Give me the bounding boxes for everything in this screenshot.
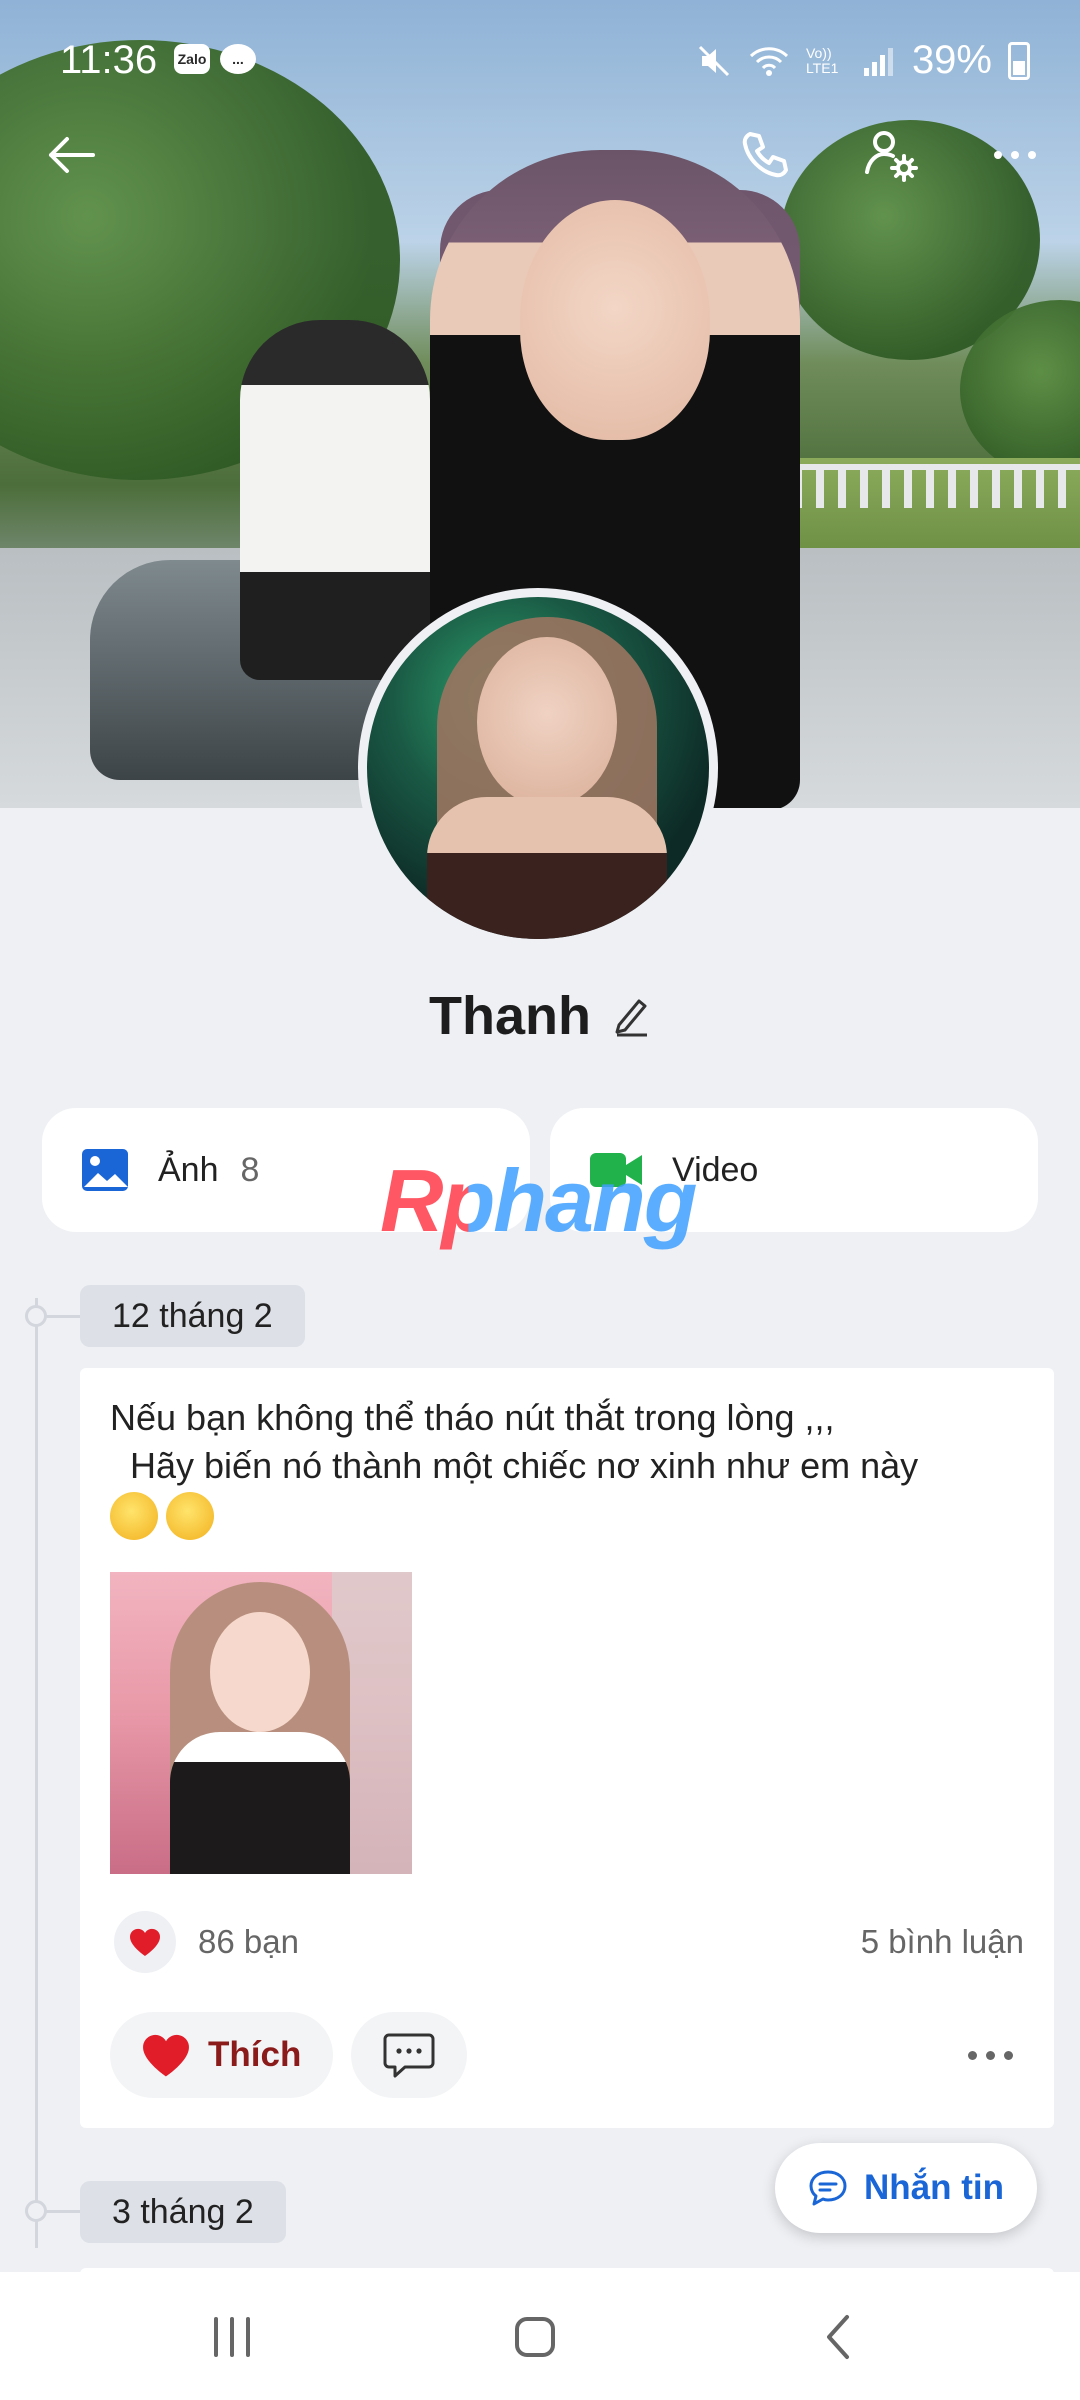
- avatar-face: [477, 637, 617, 807]
- timeline-line: [35, 1298, 38, 2248]
- status-time: 11:36: [60, 38, 158, 82]
- home-icon: [515, 2317, 555, 2357]
- photos-count: 8: [240, 1150, 260, 1189]
- message-notification-icon: ...: [220, 44, 256, 74]
- signal-icon: [863, 47, 893, 76]
- chat-bubble-icon: [809, 2170, 847, 2206]
- timeline-tick: [45, 1315, 80, 1318]
- post-more-button[interactable]: [950, 2025, 1030, 2085]
- photo-dress: [170, 1732, 350, 1874]
- comment-button[interactable]: [351, 2012, 468, 2098]
- top-bar: [0, 110, 1080, 190]
- mute-icon: [698, 45, 729, 76]
- photo-icon: [82, 1149, 128, 1191]
- back-button[interactable]: [36, 120, 106, 190]
- recent-apps-icon: [214, 2317, 250, 2357]
- phone-icon: [742, 132, 788, 178]
- like-label: Thích: [208, 2035, 302, 2074]
- post-card[interactable]: Nếu bạn không thể tháo nút thắt trong lò…: [80, 1368, 1054, 2128]
- profile-name: Thanh: [429, 986, 591, 1046]
- reaction-badge[interactable]: [114, 1911, 176, 1973]
- wifi-icon: [749, 46, 788, 76]
- timeline-dot: [25, 2200, 47, 2222]
- heart-icon: [129, 1928, 161, 1956]
- user-settings-icon: [865, 131, 918, 182]
- more-dots-icon: [994, 151, 1036, 159]
- status-bar: 11:36 Zalo ... Vo)) LTE1 39%: [0, 0, 1080, 120]
- timeline-tick: [45, 2210, 80, 2213]
- comment-icon: [383, 2033, 435, 2078]
- more-dot-icon: [967, 2050, 977, 2060]
- timeline-date: 12 tháng 2: [80, 1285, 305, 1347]
- heart-icon: [143, 2034, 189, 2077]
- avatar[interactable]: [367, 597, 709, 939]
- back-arrow-icon: [49, 137, 95, 173]
- timeline-date: 3 tháng 2: [80, 2181, 286, 2243]
- avatar-frame[interactable]: [358, 588, 718, 948]
- cover-face: [520, 200, 710, 440]
- system-back-button[interactable]: [778, 2302, 898, 2372]
- zalo-notification-icon: Zalo: [174, 44, 210, 74]
- photos-label: Ảnh: [158, 1150, 219, 1189]
- cover-rider: [240, 320, 430, 680]
- call-button[interactable]: [730, 120, 800, 190]
- edit-name-icon[interactable]: [613, 995, 651, 1037]
- photo-face: [210, 1612, 310, 1732]
- timeline-dot: [25, 1305, 47, 1327]
- post-caption: Nếu bạn không thể tháo nút thắt trong lò…: [110, 1397, 919, 1486]
- likes-count[interactable]: 86 bạn: [198, 1923, 299, 1961]
- recent-apps-button[interactable]: [172, 2302, 292, 2372]
- like-button[interactable]: Thích: [110, 2012, 334, 2098]
- post-text: Nếu bạn không thể tháo nút thắt trong lò…: [110, 1394, 1030, 1541]
- more-options-button[interactable]: [980, 120, 1050, 190]
- more-dot-icon: [985, 2050, 995, 2060]
- home-button[interactable]: [475, 2302, 595, 2372]
- network-label: Vo)) LTE1: [805, 44, 839, 76]
- post-actions: Thích: [110, 2012, 1030, 2098]
- message-label: Nhắn tin: [864, 2168, 1004, 2207]
- status-right: Vo)) LTE1 39%: [696, 38, 1030, 83]
- comments-count[interactable]: 5 bình luận: [861, 1923, 1024, 1961]
- smiling-emoji: [166, 1492, 214, 1541]
- winking-tongue-emoji: [110, 1492, 158, 1541]
- battery-icon: [1008, 41, 1030, 80]
- name-row: Thanh: [0, 985, 1080, 1047]
- system-nav-bar: [0, 2272, 1080, 2400]
- back-chevron-icon: [827, 2315, 849, 2359]
- profile-settings-button[interactable]: [856, 120, 926, 190]
- post-photo[interactable]: [110, 1572, 412, 1874]
- more-dot-icon: [1003, 2050, 1013, 2060]
- watermark-logo: Rphang: [380, 1151, 698, 1250]
- avatar-body: [427, 797, 667, 939]
- send-message-button[interactable]: Nhắn tin: [775, 2143, 1037, 2233]
- reactions-row: 86 bạn 5 bình luận: [114, 1910, 1024, 1974]
- battery-percent: 39%: [911, 38, 992, 82]
